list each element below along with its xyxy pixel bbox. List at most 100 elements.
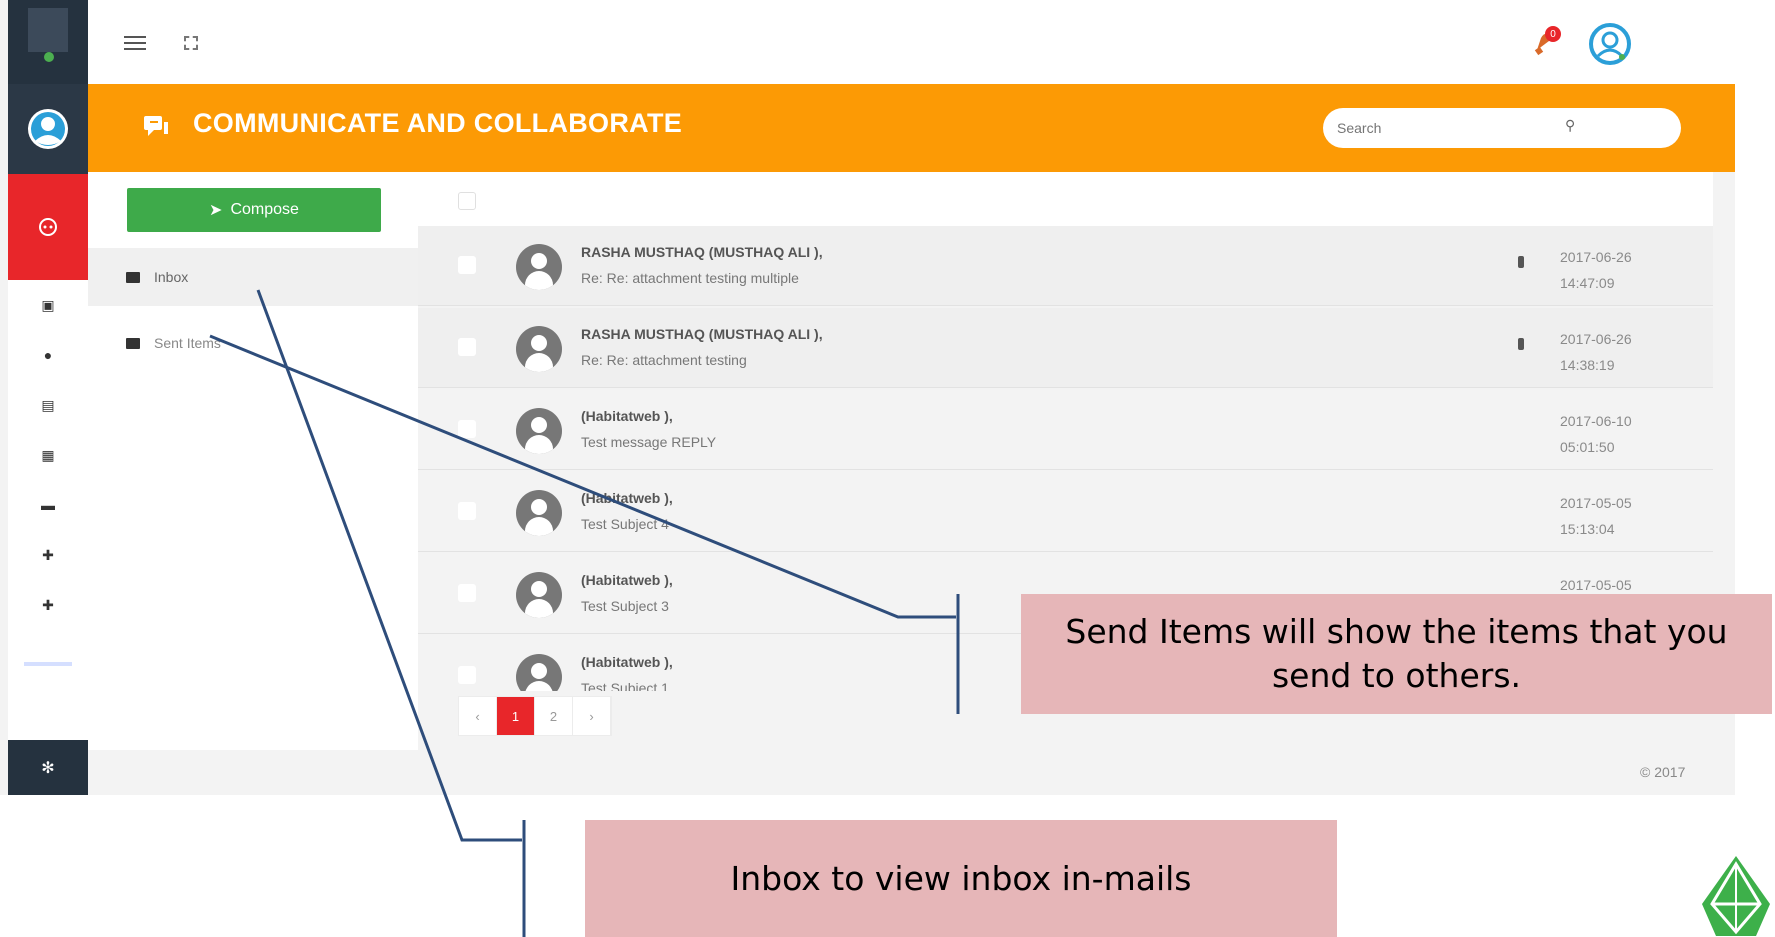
- message-row[interactable]: RASHA MUSTHAQ (MUSTHAQ ALI ), Re: Re: at…: [418, 308, 1713, 388]
- message-subject: Test Subject 3: [581, 598, 669, 614]
- rail-user-avatar[interactable]: [8, 84, 88, 174]
- app-logo[interactable]: [8, 0, 88, 84]
- message-date: 2017-05-05: [1560, 495, 1632, 511]
- gear-icon: ✻: [41, 759, 55, 777]
- page-header: COMMUNICATE AND COLLABORATE: [88, 84, 1735, 172]
- sender-avatar: [516, 572, 562, 618]
- menu-item-inbox[interactable]: Inbox: [88, 248, 418, 306]
- message-datetime: 2017-06-10 05:01:50: [1560, 408, 1632, 460]
- send-icon: ➤: [209, 202, 223, 219]
- fullscreen-icon[interactable]: [184, 36, 198, 50]
- message-subject: Test Subject 4: [581, 516, 669, 532]
- note-icon: ▣: [41, 296, 55, 313]
- tool-icon: ✚: [42, 596, 54, 613]
- select-all-checkbox[interactable]: [458, 192, 476, 210]
- pagination: ‹ 1 2 ›: [458, 696, 612, 736]
- hamburger-icon: [124, 42, 146, 44]
- compose-label: Compose: [230, 201, 299, 218]
- rail-item-messages[interactable]: ▬: [8, 490, 88, 520]
- message-datetime: 2017-06-26 14:38:19: [1560, 326, 1632, 378]
- sender-avatar: [516, 490, 562, 536]
- sender-avatar: [516, 326, 562, 372]
- footer: [88, 750, 1735, 795]
- compose-button[interactable]: ➤ Compose: [127, 188, 381, 232]
- sender-name: (Habitatweb ),: [581, 572, 673, 588]
- row-checkbox[interactable]: [458, 256, 476, 274]
- sender-avatar: [516, 654, 562, 691]
- inbox-callout: Inbox to view inbox in-mails: [585, 820, 1337, 937]
- message-row[interactable]: (Habitatweb ), Test Subject 4 2017-05-05…: [418, 472, 1713, 552]
- rail-item-tools-2[interactable]: ✚: [8, 590, 88, 620]
- image-icon: ▤: [41, 396, 55, 413]
- attachment-icon: [1518, 256, 1524, 268]
- message-date: 2017-06-26: [1560, 249, 1632, 265]
- profile-avatar-icon[interactable]: [1588, 22, 1632, 66]
- message-date: 2017-06-26: [1560, 331, 1632, 347]
- sender-name: RASHA MUSTHAQ (MUSTHAQ ALI ),: [581, 326, 823, 342]
- brand-logo: [1702, 856, 1770, 936]
- message-subject: Test message REPLY: [581, 434, 717, 450]
- sender-avatar: [516, 244, 562, 290]
- menu-toggle-button[interactable]: [124, 36, 146, 50]
- message-row[interactable]: RASHA MUSTHAQ (MUSTHAQ ALI ), Re: Re: at…: [418, 226, 1713, 306]
- message-time: 14:38:19: [1560, 357, 1615, 373]
- top-bar: [88, 0, 1735, 84]
- logo-dot: [44, 52, 54, 62]
- copyright: © 2017: [1640, 764, 1686, 780]
- message-row[interactable]: (Habitatweb ), Test message REPLY 2017-0…: [418, 390, 1713, 470]
- map-pin-icon: ●: [43, 347, 53, 363]
- rail-badge: [24, 662, 72, 666]
- list-toolbar: [418, 172, 1713, 226]
- message-datetime: 2017-06-26 14:47:09: [1560, 244, 1632, 296]
- notification-badge: 0: [1545, 26, 1561, 42]
- sender-name: (Habitatweb ),: [581, 654, 673, 670]
- message-time: 14:47:09: [1560, 275, 1615, 291]
- envelope-icon: [126, 337, 140, 349]
- sender-name: (Habitatweb ),: [581, 408, 673, 424]
- rail-item-tools-1[interactable]: ✚: [8, 540, 88, 570]
- message-time: 15:13:04: [1560, 521, 1615, 537]
- rail-item-apps[interactable]: ▦: [8, 440, 88, 470]
- message-subject: Test Subject 1: [581, 680, 669, 691]
- rail-item-notes[interactable]: ▣: [8, 290, 88, 320]
- settings-button[interactable]: ✻: [8, 740, 88, 795]
- attachment-icon: [1518, 338, 1524, 350]
- nav-rail: ▣ ● ▤ ▦ ▬ ✚ ✚ ✻: [8, 0, 88, 795]
- prev-page-button[interactable]: ‹: [459, 697, 497, 735]
- menu-item-label: Sent Items: [154, 335, 221, 351]
- hamburger-icon: [124, 36, 146, 38]
- page-button-2[interactable]: 2: [535, 697, 573, 735]
- row-checkbox[interactable]: [458, 666, 476, 684]
- menu-item-label: Inbox: [154, 269, 189, 285]
- chat-bubble-icon: [144, 116, 168, 136]
- row-checkbox[interactable]: [458, 584, 476, 602]
- message-subject: Re: Re: attachment testing: [581, 352, 747, 368]
- page-button-1[interactable]: 1: [497, 697, 535, 735]
- search-icon[interactable]: ⚲: [1565, 117, 1575, 134]
- row-checkbox[interactable]: [458, 420, 476, 438]
- logo-image: [28, 8, 68, 52]
- slide: { "header": { "title": "COMMUNICATE AND …: [0, 0, 1775, 937]
- inbox-icon: [126, 271, 140, 283]
- sender-name: (Habitatweb ),: [581, 490, 673, 506]
- tool-icon: ✚: [42, 546, 54, 563]
- page-title: COMMUNICATE AND COLLABORATE: [193, 108, 683, 138]
- menu-item-sent-items[interactable]: Sent Items: [88, 314, 418, 372]
- rail-item-communicate[interactable]: [8, 174, 88, 280]
- message-time: 05:01:50: [1560, 439, 1615, 455]
- row-checkbox[interactable]: [458, 502, 476, 520]
- hamburger-icon: [124, 48, 146, 50]
- chat-icon: [39, 218, 57, 236]
- rail-item-gallery[interactable]: ▤: [8, 390, 88, 420]
- sent-items-callout: Send Items will show the items that you …: [1021, 594, 1772, 714]
- message-icon: ▬: [41, 497, 55, 513]
- next-page-button[interactable]: ›: [573, 697, 611, 735]
- message-datetime: 2017-05-05 15:13:04: [1560, 490, 1632, 542]
- grid-icon: ▦: [41, 446, 55, 463]
- search-input[interactable]: [1337, 116, 1627, 140]
- message-subject: Re: Re: attachment testing multiple: [581, 270, 799, 286]
- row-checkbox[interactable]: [458, 338, 476, 356]
- sender-avatar: [516, 408, 562, 454]
- rail-item-location[interactable]: ●: [8, 340, 88, 370]
- search-box[interactable]: [1323, 108, 1681, 148]
